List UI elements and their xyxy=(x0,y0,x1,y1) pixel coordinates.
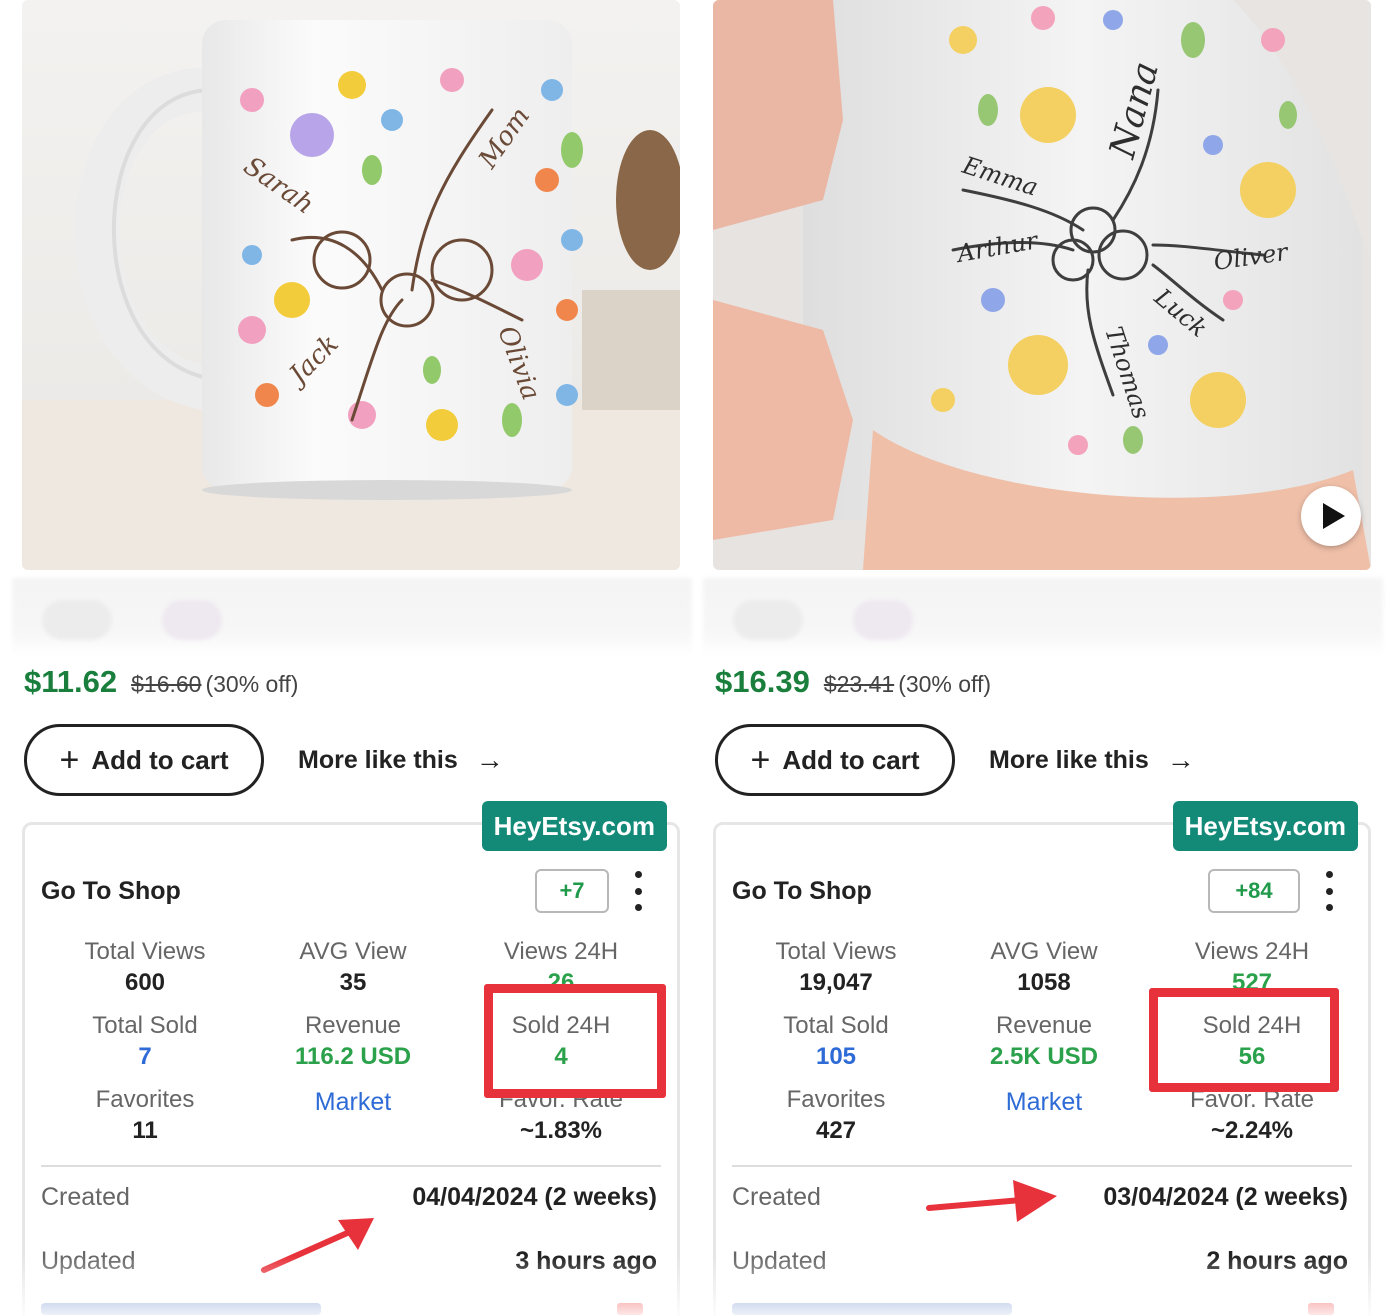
stat-total-sold: Total Sold 7 xyxy=(92,1012,198,1070)
cut-off-badge xyxy=(1308,1303,1334,1315)
stat-revenue: Revenue 2.5K USD xyxy=(989,1012,1099,1070)
divider xyxy=(732,1165,1352,1167)
created-label: Created xyxy=(732,1183,821,1211)
play-icon xyxy=(1323,503,1345,529)
go-to-shop-link[interactable]: Go To Shop xyxy=(732,877,872,906)
market-link[interactable]: Market xyxy=(940,1087,1148,1117)
market-link[interactable]: Market xyxy=(249,1087,457,1117)
stat-favor-rate: Favor. Rate ~2.24% xyxy=(1189,1086,1315,1144)
product-card-1: Sarah Mom Jack Olivia $11.62 $16.60 (30%… xyxy=(12,0,692,1316)
stat-avg-view: AVG View 1058 xyxy=(990,938,1098,996)
add-to-cart-button[interactable]: + Add to cart xyxy=(715,724,955,796)
stat-total-views: Total Views 600 xyxy=(84,938,206,996)
count-badge[interactable]: +84 xyxy=(1208,869,1300,913)
count-badge[interactable]: +7 xyxy=(535,869,609,913)
heyetsy-stats-panel: HeyEtsy.com Go To Shop +7 Total Views 60… xyxy=(22,801,680,1316)
stat-total-views: Total Views 19,047 xyxy=(775,938,897,996)
divider xyxy=(41,1165,661,1167)
discount-label: (30% off) xyxy=(898,671,992,697)
updated-label: Updated xyxy=(41,1247,136,1275)
stat-favorites: Favorites 11 xyxy=(95,1086,195,1144)
updated-value: 2 hours ago xyxy=(1206,1247,1348,1275)
more-options-icon[interactable] xyxy=(1322,871,1336,911)
plus-icon: + xyxy=(59,741,80,779)
add-to-cart-label: Add to cart xyxy=(91,744,229,775)
more-like-this-link[interactable]: More like this → xyxy=(989,744,1195,776)
add-to-cart-label: Add to cart xyxy=(782,744,920,775)
heyetsy-stats-panel: HeyEtsy.com Go To Shop +84 Total Views 1… xyxy=(713,801,1371,1316)
mug-photo-1: Sarah Mom Jack Olivia xyxy=(22,0,680,570)
stat-avg-view: AVG View 35 xyxy=(299,938,407,996)
price-row: $11.62 $16.60 (30% off) xyxy=(24,664,298,700)
cut-off-text xyxy=(41,1303,321,1315)
product-image-mug-2[interactable]: Nana Emma Arthur Oliver Luck Thomas xyxy=(713,0,1371,570)
updated-label: Updated xyxy=(732,1247,827,1275)
stat-favor-rate: Favor. Rate ~1.83% xyxy=(498,1086,624,1144)
original-price: $23.41 xyxy=(823,671,895,697)
blurred-title-area xyxy=(12,578,692,656)
blurred-title-area xyxy=(703,578,1383,656)
play-video-button[interactable] xyxy=(1301,486,1361,546)
stat-favorites: Favorites 427 xyxy=(786,1086,886,1144)
product-image-mug-1[interactable]: Sarah Mom Jack Olivia xyxy=(22,0,680,570)
created-value: 04/04/2024 (2 weeks) xyxy=(412,1183,657,1211)
stat-total-sold: Total Sold 105 xyxy=(783,1012,889,1070)
more-like-this-label: More like this xyxy=(298,745,458,774)
arrow-right-icon: → xyxy=(1166,744,1195,775)
more-like-this-link[interactable]: More like this → xyxy=(298,744,504,776)
go-to-shop-link[interactable]: Go To Shop xyxy=(41,877,181,906)
stat-sold-24h: Sold 24H 4 xyxy=(511,1012,611,1070)
product-card-2: Nana Emma Arthur Oliver Luck Thomas $16.… xyxy=(703,0,1383,1316)
mug-photo-2: Nana Emma Arthur Oliver Luck Thomas xyxy=(713,0,1371,570)
heyetsy-badge[interactable]: HeyEtsy.com xyxy=(481,801,667,851)
stat-revenue: Revenue 116.2 USD xyxy=(294,1012,412,1070)
stat-views-24h: Views 24H 527 xyxy=(1194,938,1310,996)
arrow-right-icon: → xyxy=(475,744,504,775)
cut-off-badge xyxy=(617,1303,643,1315)
discount-label: (30% off) xyxy=(205,671,299,697)
more-options-icon[interactable] xyxy=(631,871,645,911)
current-price: $11.62 xyxy=(24,664,118,699)
stat-sold-24h: Sold 24H 56 xyxy=(1202,1012,1302,1070)
created-label: Created xyxy=(41,1183,130,1211)
price-row: $16.39 $23.41 (30% off) xyxy=(715,664,991,700)
cut-off-text xyxy=(732,1303,1012,1315)
plus-icon: + xyxy=(750,741,771,779)
more-like-this-label: More like this xyxy=(989,745,1149,774)
updated-value: 3 hours ago xyxy=(515,1247,657,1275)
created-value: 03/04/2024 (2 weeks) xyxy=(1103,1183,1348,1211)
original-price: $16.60 xyxy=(131,671,202,697)
current-price: $16.39 xyxy=(715,664,810,699)
heyetsy-badge[interactable]: HeyEtsy.com xyxy=(1172,801,1358,851)
stat-views-24h: Views 24H 26 xyxy=(503,938,619,996)
add-to-cart-button[interactable]: + Add to cart xyxy=(24,724,264,796)
